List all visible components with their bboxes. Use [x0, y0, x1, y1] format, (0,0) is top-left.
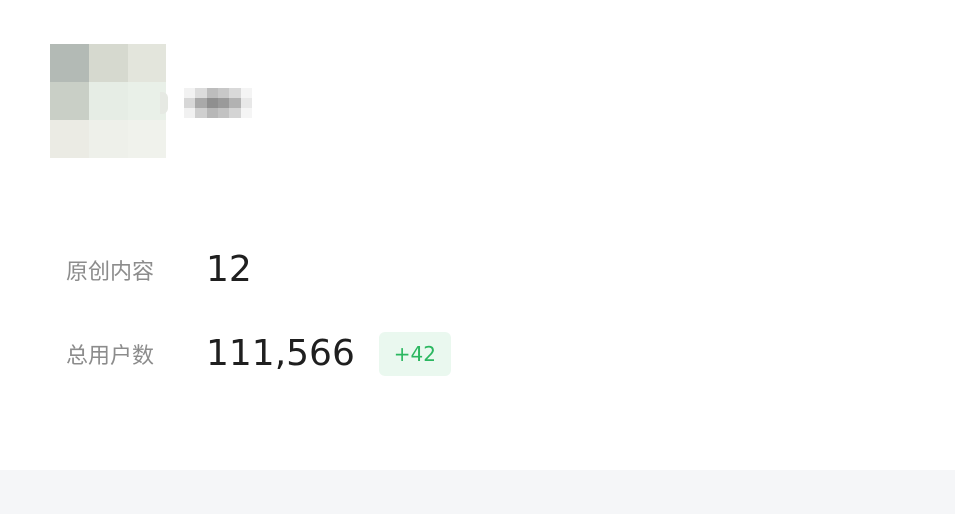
nickname-pixel	[229, 88, 241, 98]
avatar-pixel	[50, 120, 89, 158]
nickname-pixel	[217, 108, 230, 118]
nickname-pixel	[206, 98, 218, 108]
nickname-pixel	[217, 98, 230, 108]
stat-total-users: 总用户数 111,566 +42	[66, 332, 451, 376]
section-divider-band	[0, 470, 955, 514]
total-users-delta-badge: +42	[378, 332, 451, 376]
avatar-pixel	[50, 44, 89, 82]
nickname-pixel	[184, 108, 196, 118]
avatar-pixel	[128, 120, 166, 158]
nickname-pixel	[240, 88, 252, 98]
avatar-pixel	[50, 82, 89, 120]
original-content-value: 12	[206, 249, 252, 290]
total-users-value: 111,566	[206, 333, 355, 374]
account-summary-card: 原创内容 12 总用户数 111,566 +42	[0, 0, 955, 470]
original-content-label: 原创内容	[66, 260, 155, 285]
nickname-pixel	[206, 108, 218, 118]
avatar-pixel	[89, 82, 128, 120]
nickname-pixel	[217, 88, 230, 98]
nickname-pixel	[184, 88, 196, 98]
avatar-pixel	[89, 44, 128, 82]
nickname-pixel	[240, 98, 252, 108]
avatar-edge	[160, 92, 168, 114]
account-name-blurred	[184, 88, 252, 118]
nickname-pixel	[240, 108, 252, 118]
avatar[interactable]	[50, 44, 166, 158]
nickname-pixel	[184, 98, 196, 108]
nickname-pixel	[195, 88, 207, 98]
nickname-pixel	[229, 108, 241, 118]
nickname-pixel	[229, 98, 241, 108]
stat-original-content: 原创内容 12	[66, 248, 252, 292]
total-users-label: 总用户数	[66, 344, 155, 369]
avatar-pixel	[128, 44, 166, 82]
nickname-pixel	[206, 88, 218, 98]
nickname-pixel	[195, 98, 207, 108]
avatar-pixel	[89, 120, 128, 158]
nickname-pixel	[195, 108, 207, 118]
